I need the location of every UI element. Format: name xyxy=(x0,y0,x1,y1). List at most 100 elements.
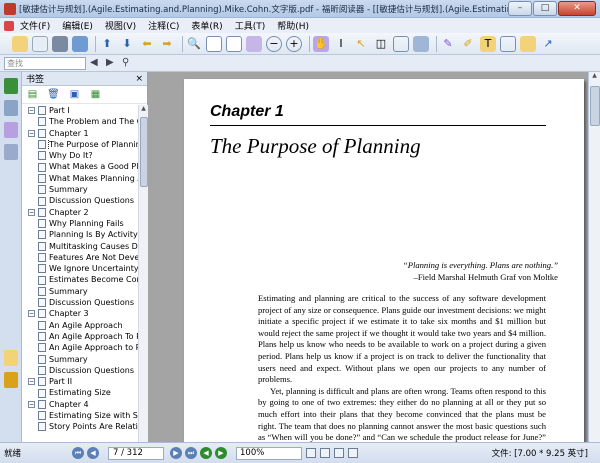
highlight-icon[interactable]: ✐ xyxy=(460,36,476,52)
bookmark-item[interactable]: An Agile Approach To Projects xyxy=(22,331,138,342)
minimize-button[interactable]: – xyxy=(508,1,532,16)
continuous-view-icon[interactable] xyxy=(320,448,330,458)
image-icon[interactable] xyxy=(413,35,429,52)
comments-rail-icon[interactable] xyxy=(3,122,18,138)
bookmark-item[interactable]: We Ignore Uncertainty xyxy=(22,263,138,274)
bookmark-item[interactable]: Discussion Questions xyxy=(22,297,138,308)
page-down-icon[interactable]: ⬇ xyxy=(119,36,135,52)
scroll-up-arrow-icon[interactable]: ▲ xyxy=(139,105,148,115)
text-field-icon[interactable] xyxy=(500,35,516,52)
fit-page-icon[interactable] xyxy=(206,35,222,52)
scrollbar-thumb[interactable] xyxy=(140,117,148,187)
document-view[interactable]: Chapter 1 The Purpose of Planning “Plann… xyxy=(148,72,588,442)
zoom-select[interactable]: 100% xyxy=(236,446,302,460)
bookmark-section[interactable]: − Chapter 2 xyxy=(22,207,138,218)
menu-tools[interactable]: 工具(T) xyxy=(235,19,266,32)
snapshot-icon[interactable]: ◫ xyxy=(373,36,389,52)
notes-rail-icon[interactable] xyxy=(3,350,18,366)
bookmark-item[interactable]: Planning Is By Activity xyxy=(22,229,138,240)
actual-size-icon[interactable] xyxy=(246,35,262,52)
continuous-facing-view-icon[interactable] xyxy=(348,448,358,458)
next-page-icon[interactable]: ▶ xyxy=(170,447,182,459)
bookmark-section[interactable]: − Part II xyxy=(22,376,138,387)
close-panel-icon[interactable]: × xyxy=(135,74,143,84)
open-folder-icon[interactable] xyxy=(12,35,28,52)
document-menu-icon[interactable] xyxy=(4,20,14,31)
back-arrow-icon[interactable]: ⬅ xyxy=(139,36,155,52)
bookmark-section[interactable]: − Chapter 1 xyxy=(22,128,138,139)
bookmark-item[interactable]: Story Points Are Relative xyxy=(22,421,138,432)
bookmark-item[interactable]: The Problem and The Goal xyxy=(22,116,138,127)
bookmark-item[interactable]: Discussion Questions xyxy=(22,365,138,376)
menu-file[interactable]: 文件(F) xyxy=(20,19,50,32)
bookmark-item[interactable]: The Purpose of Planning xyxy=(22,138,138,151)
search-binoculars-icon[interactable]: ⚲ xyxy=(122,57,134,69)
bookmarks-rail-icon[interactable] xyxy=(3,78,18,94)
zoom-icon[interactable]: 🔍 xyxy=(186,36,202,52)
bookmark-item[interactable]: Summary xyxy=(22,184,138,195)
search-input[interactable]: 查找 xyxy=(4,56,86,70)
single-page-view-icon[interactable] xyxy=(306,448,316,458)
bookmark-options-icon[interactable]: ▦ xyxy=(89,88,102,101)
bookmark-item[interactable]: Estimating Size xyxy=(22,387,138,398)
bookmark-item[interactable]: Why Do It? xyxy=(22,150,138,161)
pages-rail-icon[interactable] xyxy=(3,100,18,116)
pointer-icon[interactable]: ↖ xyxy=(353,36,369,52)
bookmark-item[interactable]: An Agile Approach xyxy=(22,320,138,331)
last-page-icon[interactable]: ⏭ xyxy=(185,447,197,459)
bookmark-section[interactable]: − Part I xyxy=(22,105,138,116)
print-icon[interactable] xyxy=(52,35,68,52)
bookmark-item[interactable]: Summary xyxy=(22,286,138,297)
delete-bookmark-icon[interactable]: 🗑 xyxy=(47,88,60,101)
prev-page-icon[interactable]: ◀ xyxy=(87,447,99,459)
document-scrollbar[interactable]: ▲ xyxy=(588,72,600,442)
bookmark-item[interactable]: An Agile Approach to Planning xyxy=(22,342,138,353)
search-prev-icon[interactable]: ◀ xyxy=(90,57,102,69)
new-bookmark-icon[interactable]: ▣ xyxy=(68,88,81,101)
fit-width-icon[interactable] xyxy=(226,35,242,52)
forward-arrow-icon[interactable]: ➡ xyxy=(159,36,175,52)
scroll-up-arrow-icon[interactable]: ▲ xyxy=(589,72,600,84)
collapse-toggle-icon[interactable]: − xyxy=(28,310,35,318)
collapse-toggle-icon[interactable]: − xyxy=(28,208,35,216)
bookmark-item[interactable]: What Makes a Good Plan? xyxy=(22,161,138,172)
close-button[interactable]: ✕ xyxy=(558,1,596,16)
zoom-in-icon[interactable]: + xyxy=(286,35,302,52)
note-icon[interactable] xyxy=(520,35,536,52)
zoom-out-icon[interactable]: − xyxy=(266,35,282,52)
pen-icon[interactable]: ✎ xyxy=(440,36,456,52)
bookmark-item[interactable]: Multitasking Causes Delays xyxy=(22,241,138,252)
facing-view-icon[interactable] xyxy=(334,448,344,458)
bookmark-item[interactable]: Estimates Become Commitments xyxy=(22,274,138,285)
bookmark-section[interactable]: − Chapter 3 xyxy=(22,308,138,319)
menu-help[interactable]: 帮助(H) xyxy=(277,19,309,32)
collapse-toggle-icon[interactable]: − xyxy=(28,107,35,115)
email-icon[interactable] xyxy=(72,35,88,52)
maximize-button[interactable]: □ xyxy=(533,1,557,16)
scrollbar-thumb[interactable] xyxy=(590,86,600,126)
arrow-tool-icon[interactable]: ↗ xyxy=(540,36,556,52)
bookmark-section[interactable]: − Chapter 4 xyxy=(22,399,138,410)
select-text-icon[interactable]: I xyxy=(333,36,349,52)
menu-comment[interactable]: 注释(C) xyxy=(148,19,179,32)
collapse-toggle-icon[interactable]: − xyxy=(28,129,35,137)
menu-form[interactable]: 表单(R) xyxy=(191,19,222,32)
search-next-icon[interactable]: ▶ xyxy=(106,57,118,69)
bookmark-item[interactable]: Summary xyxy=(22,354,138,365)
expand-bookmark-icon[interactable]: ▤ xyxy=(26,88,39,101)
layers-rail-icon[interactable] xyxy=(3,144,18,160)
bookmarks-scrollbar[interactable]: ▲ xyxy=(138,105,148,442)
collapse-toggle-icon[interactable]: − xyxy=(28,400,35,408)
page-up-icon[interactable]: ⬆ xyxy=(99,36,115,52)
page-number-input[interactable]: 7 / 312 xyxy=(108,446,164,460)
bookmark-item[interactable]: Features Are Not Developed xyxy=(22,252,138,263)
bookmark-item[interactable]: Estimating Size with Story Points xyxy=(22,410,138,421)
bookmark-item[interactable]: Discussion Questions xyxy=(22,195,138,206)
attachment-rail-icon[interactable] xyxy=(3,372,18,388)
hand-tool-icon[interactable]: ✋ xyxy=(313,35,329,52)
first-page-icon[interactable]: ⏮ xyxy=(72,447,84,459)
new-document-icon[interactable] xyxy=(32,35,48,52)
typewriter-icon[interactable]: T xyxy=(480,35,496,52)
history-back-icon[interactable]: ◀ xyxy=(200,447,212,459)
history-forward-icon[interactable]: ▶ xyxy=(215,447,227,459)
